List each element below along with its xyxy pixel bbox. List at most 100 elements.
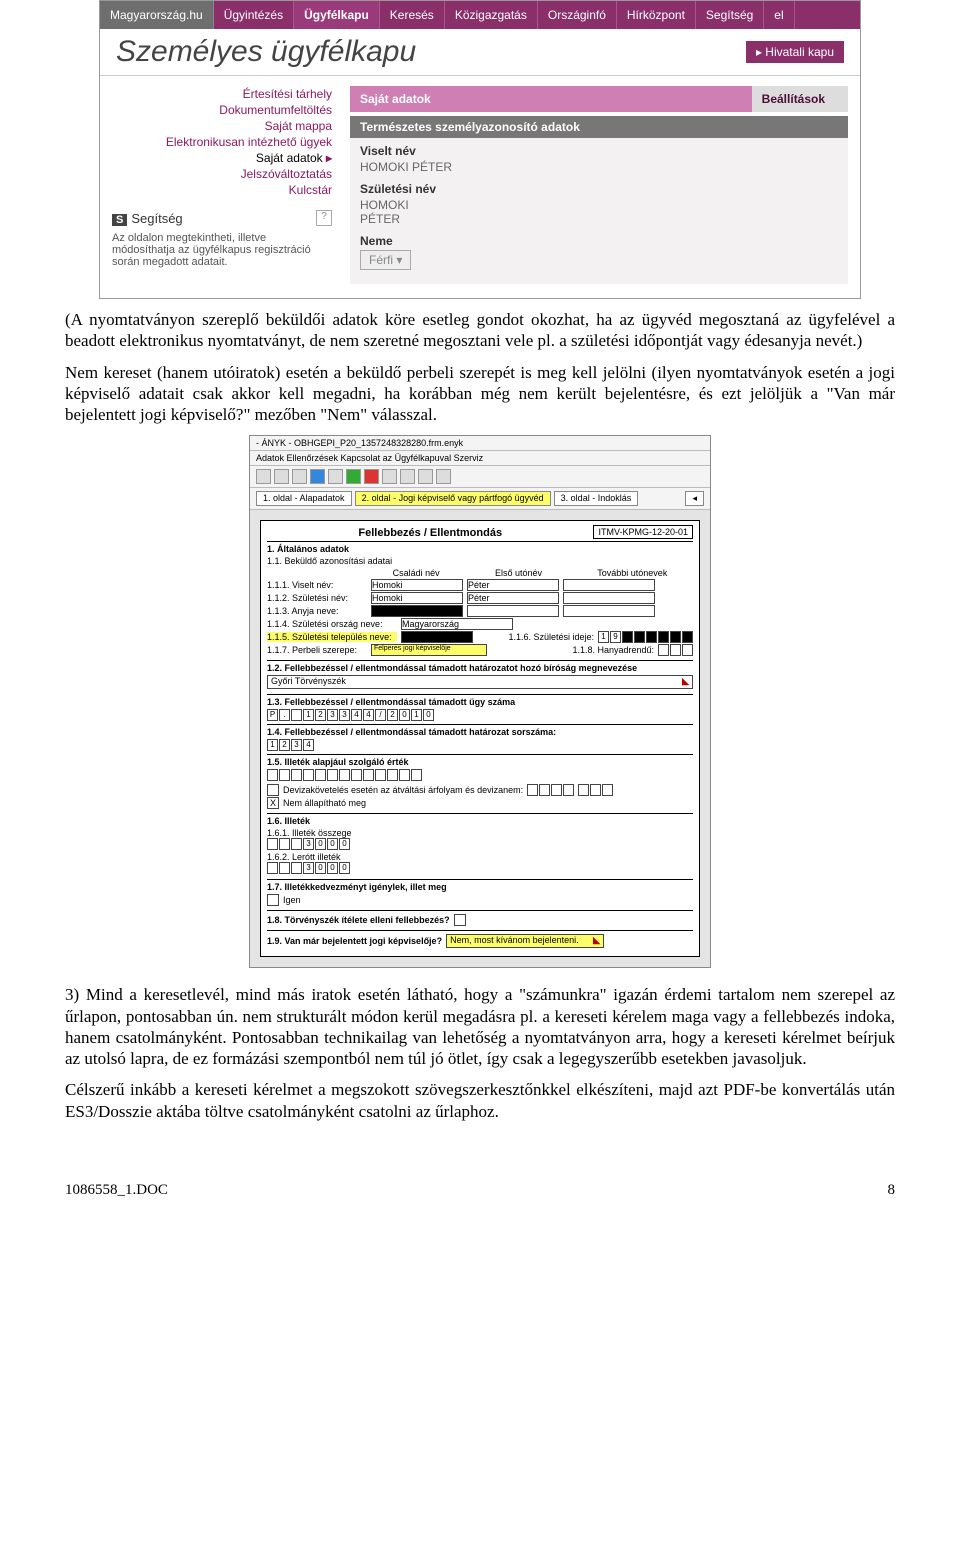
input-151a[interactable] [527,784,574,796]
leftmenu-item-0[interactable]: Értesítési tárhely [112,86,332,102]
toolbar-btn[interactable] [400,469,415,484]
input-112b[interactable]: Péter [467,592,559,604]
col-head: Családi név [393,568,440,578]
chk-151[interactable] [267,784,279,796]
input-111c[interactable] [563,579,655,591]
input-111a[interactable]: Homoki [371,579,463,591]
input-14[interactable]: 1234 [267,739,314,751]
section-1-8: 1.8. Törvényszék ítélete elleni fellebbe… [267,915,450,925]
section-1-6: 1.6. Illeték [267,816,693,826]
label-111: 1.1.1. Viselt név: [267,580,367,590]
label-113: 1.1.3. Anyja neve: [267,606,367,616]
toolbar-btn[interactable] [274,469,289,484]
input-111b[interactable]: Péter [467,579,559,591]
window-title: - ÁNYK - OBHGEPI_P20_1357248328280.frm.e… [250,436,710,451]
leftmenu-item-1[interactable]: Dokumentumfeltöltés [112,102,332,118]
szuletesi-nev-label: Születési név [360,182,838,196]
chk-152[interactable]: X [267,797,279,809]
input-113c[interactable] [563,605,655,617]
input-13[interactable]: P.123344/2010 [267,709,434,721]
toolbar-btn[interactable] [292,469,307,484]
col-head: További utónevek [597,568,667,578]
chk-18[interactable] [454,914,466,926]
help-icon[interactable]: ? [316,210,332,226]
section-1: 1. Általános adatok [267,544,693,554]
section-header: Természetes személyazonosító adatok [350,116,848,138]
input-151b[interactable] [578,784,613,796]
input-113b[interactable] [467,605,559,617]
section-1-5: 1.5. Illeték alapjául szolgáló érték [267,757,693,767]
toolbar [250,466,710,488]
neme-select[interactable]: Férfi ▾ [360,250,411,270]
input-19[interactable]: Nem, most kívánom bejelenteni.◣ [446,934,604,948]
label-112: 1.1.2. Születési név: [267,593,367,603]
neme-label: Neme [360,234,838,248]
nav-item-2[interactable]: Ügyfélkapu [294,1,380,29]
label-114: 1.1.4. Születési ország neve: [267,619,397,629]
input-113a[interactable] [371,605,463,617]
hivatali-kapu-link[interactable]: ▸ Hivatali kapu [746,41,844,63]
input-112a[interactable]: Homoki [371,592,463,604]
help-badge: S [112,214,127,226]
input-116[interactable]: 19 [598,631,693,643]
form-page-tabs: 1. oldal - Alapadatok 2. oldal - Jogi ké… [250,488,710,510]
nav-item-4[interactable]: Közigazgatás [445,1,538,29]
toolbar-btn[interactable] [310,469,325,484]
label-161: 1.6.1. Illeték összege [267,828,693,838]
leftmenu-item-4[interactable]: Saját adatok ▸ [112,150,332,166]
ugyfelkapu-screenshot: Magyarország.hu Ügyintézés Ügyfélkapu Ke… [99,0,861,299]
input-115[interactable] [401,631,473,643]
section-1-9: 1.9. Van már bejelentett jogi képviselőj… [267,936,442,946]
page-title: Személyes ügyfélkapu [116,35,746,69]
input-114[interactable]: Magyarország [401,618,513,630]
toolbar-btn[interactable] [418,469,433,484]
toolbar-btn[interactable] [382,469,397,484]
menu-bar[interactable]: Adatok Ellenőrzések Kapcsolat az Ügyfélk… [250,451,710,466]
label-151: Devizakövetelés esetén az átváltási árfo… [283,785,523,795]
input-161[interactable]: 3000 [267,838,350,850]
tab-sajat-adatok[interactable]: Saját adatok [350,86,752,112]
nav-item-5[interactable]: Országinfó [538,1,617,29]
toolbar-btn[interactable] [256,469,271,484]
input-15[interactable] [267,769,422,781]
section-1-4: 1.4. Fellebbezéssel / ellentmondással tá… [267,727,693,737]
section-1-3: 1.3. Fellebbezéssel / ellentmondással tá… [267,697,693,707]
leftmenu-item-2[interactable]: Saját mappa [112,118,332,134]
leftmenu-item-6[interactable]: Kulcstár [112,182,332,198]
section-1-1: 1.1. Beküldő azonosítási adatai [267,556,693,566]
col-head: Első utónév [495,568,542,578]
nav-item-6[interactable]: Hírközpont [617,1,696,29]
input-12[interactable]: Győri Törvényszék◣ [267,675,693,689]
label-115: 1.1.5. Születési település neve: [267,632,397,642]
input-162[interactable]: 3000 [267,862,350,874]
form-id: ITMV-KPMG-12-20-01 [593,525,693,539]
leftmenu-item-3[interactable]: Elektronikusan intézhető ügyek [112,134,332,150]
chk-17[interactable] [267,894,279,906]
toolbar-btn[interactable] [328,469,343,484]
form-tab-3[interactable]: 3. oldal - Indoklás [554,491,639,506]
nav-item-0[interactable]: Magyarország.hu [100,1,214,29]
nav-item-8[interactable]: el [764,1,794,29]
input-117[interactable]: Felperes jogi képviselője [371,644,487,656]
section-1-2: 1.2. Fellebbezéssel / ellentmondással tá… [267,663,693,673]
paragraph-3: 3) Mind a keresetlevél, mind más iratok … [65,984,895,1069]
nav-item-3[interactable]: Keresés [380,1,445,29]
form-tab-dropdown[interactable]: ◂ [685,491,704,506]
page-footer: 1086558_1.DOC 8 [65,1182,895,1199]
form-tab-2[interactable]: 2. oldal - Jogi képviselő vagy pártfogó … [355,491,551,506]
form-tab-1[interactable]: 1. oldal - Alapadatok [256,491,352,506]
tab-beallitasok[interactable]: Beállítások [752,86,848,112]
nav-item-7[interactable]: Segítség [696,1,764,29]
toolbar-btn[interactable] [436,469,451,484]
nav-item-1[interactable]: Ügyintézés [214,1,294,29]
leftmenu-item-5[interactable]: Jelszóváltoztatás [112,166,332,182]
input-118[interactable] [658,644,693,656]
input-112c[interactable] [563,592,655,604]
toolbar-btn[interactable] [346,469,361,484]
szuletesi-nev-value: HOMOKI PÉTER [360,198,838,226]
viselt-nev-value: HOMOKI PÉTER [360,160,838,174]
help-box: SSegítség ? Az oldalon megtekintheti, il… [112,208,332,270]
label-118: 1.1.8. Hanyadrendű: [572,645,654,655]
paragraph-1: (A nyomtatványon szereplő beküldői adato… [65,309,895,352]
toolbar-btn[interactable] [364,469,379,484]
